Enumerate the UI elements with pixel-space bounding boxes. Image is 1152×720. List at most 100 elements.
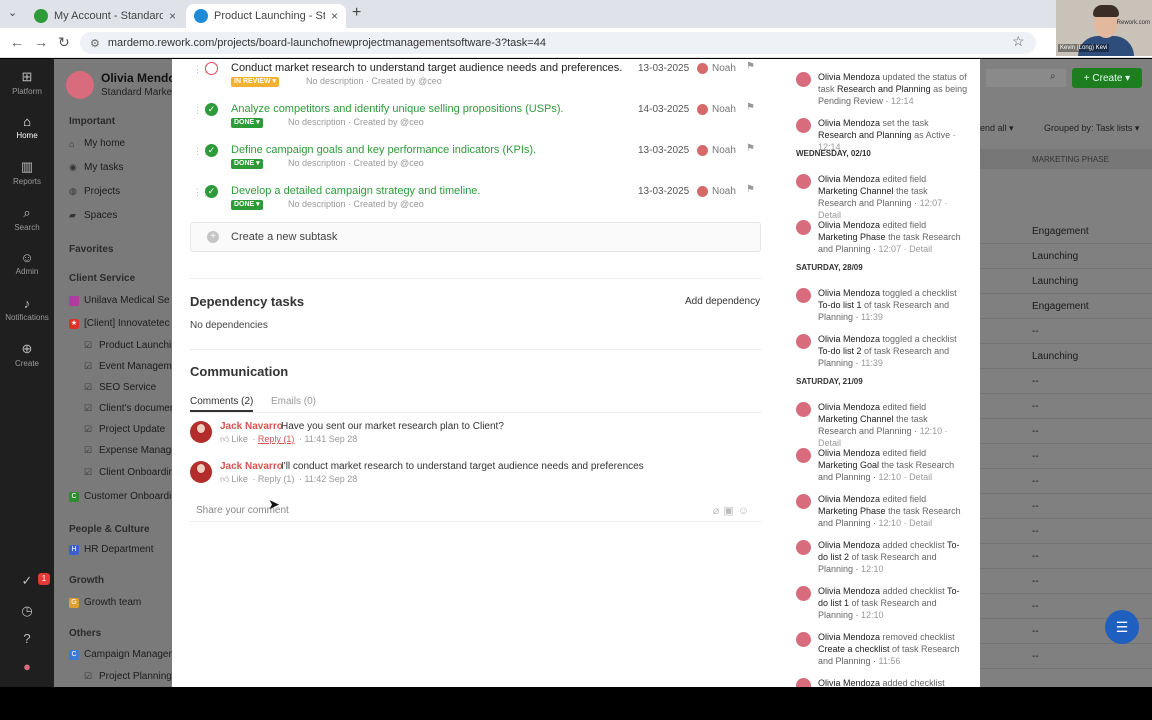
sidebar-subitem[interactable]: ☑ Event Managemen	[84, 361, 172, 372]
expand-all-toggle[interactable]: end all ▾	[980, 123, 1014, 134]
activity-user[interactable]: Olivia Mendoza	[818, 678, 880, 687]
rail-help[interactable]: ?	[0, 631, 54, 648]
sidebar-item-my-tasks[interactable]: ◉ My tasks	[69, 162, 123, 173]
assignee-name[interactable]: Noah	[712, 145, 736, 156]
bookmark-icon[interactable]: ⚑	[746, 184, 755, 195]
activity-user[interactable]: Olivia Mendoza	[818, 402, 880, 412]
activity-user[interactable]: Olivia Mendoza	[818, 220, 880, 230]
sidebar-item-innovatetec[interactable]: ★ [Client] Innovatetec	[69, 318, 170, 329]
bookmark-icon[interactable]: ⚑	[746, 61, 755, 72]
avatar[interactable]	[190, 461, 212, 483]
sidebar-subitem[interactable]: ☑ SEO Service	[84, 382, 156, 393]
status-badge[interactable]: IN REVIEW ▾	[231, 77, 280, 87]
due-date[interactable]: 13-03-2025	[638, 186, 689, 197]
subtask-row[interactable]: ⋮⋮ ✓ Define campaign goals and key perform…	[190, 143, 762, 183]
rail-time[interactable]: ◷	[0, 603, 54, 621]
rail-create[interactable]: ⊕ Create	[0, 341, 54, 368]
status-badge[interactable]: DONE ▾	[231, 159, 263, 169]
sidebar-item-spaces[interactable]: ▰ Spaces	[69, 210, 117, 221]
bookmark-icon[interactable]: ⚑	[746, 143, 755, 154]
sidebar-item-campaign[interactable]: C Campaign Managem	[69, 649, 172, 660]
marketing-phase-cell[interactable]: --	[1032, 526, 1039, 537]
activity-user[interactable]: Olivia Mendoza	[818, 334, 880, 344]
marketing-phase-cell[interactable]: --	[1032, 576, 1039, 587]
activity-target[interactable]: Marketing Goal	[818, 460, 879, 470]
rail-platform[interactable]: ⊞ Platform	[0, 69, 54, 96]
grouped-by-select[interactable]: Grouped by: Task lists ▾	[1044, 123, 1139, 134]
rail-notifications[interactable]: ♪ Notifications	[0, 296, 54, 322]
subtask-row[interactable]: ⋮⋮ ✓ Develop a detailed campaign strategy …	[190, 184, 762, 224]
activity-user[interactable]: Olivia Mendoza	[818, 494, 880, 504]
marketing-phase-cell[interactable]: --	[1032, 401, 1039, 412]
sidebar-subitem[interactable]: ☑ Client Onboarding	[84, 467, 172, 478]
activity-user[interactable]: Olivia Mendoza	[818, 72, 880, 82]
subtask-title[interactable]: Develop a detailed campaign strategy and…	[231, 185, 480, 197]
marketing-phase-cell[interactable]: --	[1032, 326, 1039, 337]
check-circle-icon[interactable]: ✓	[205, 103, 218, 116]
sidebar-item-unilava[interactable]: Unilava Medical Se	[69, 295, 170, 306]
marketing-phase-cell[interactable]: --	[1032, 451, 1039, 462]
empty-circle-icon[interactable]	[205, 62, 218, 75]
marketing-phase-cell[interactable]: Launching	[1032, 276, 1078, 287]
subtask-title[interactable]: Conduct market research to understand ta…	[231, 62, 622, 74]
like-button[interactable]: Like	[231, 474, 248, 484]
activity-target[interactable]: Research and Planning	[837, 84, 931, 94]
assignee-name[interactable]: Noah	[712, 104, 736, 115]
activity-user[interactable]: Olivia Mendoza	[818, 448, 880, 458]
sidebar-item-customer-onboarding[interactable]: C Customer Onboardin	[69, 491, 172, 502]
rail-search[interactable]: ⌕ Search	[0, 205, 54, 232]
marketing-phase-cell[interactable]: --	[1032, 476, 1039, 487]
status-badge[interactable]: DONE ▾	[231, 200, 263, 210]
rail-reports[interactable]: ▥ Reports	[0, 159, 54, 186]
marketing-phase-cell[interactable]: --	[1032, 651, 1039, 662]
subtask-row[interactable]: ⋮⋮ ✓ Analyze competitors and identify uniq…	[190, 102, 762, 142]
activity-target[interactable]: Marketing Phase	[818, 232, 886, 242]
activity-target[interactable]: Marketing Channel	[818, 186, 894, 196]
like-button[interactable]: Like	[231, 434, 248, 444]
tab-comments[interactable]: Comments (2)	[190, 396, 254, 412]
new-tab-plus-icon[interactable]: +	[352, 4, 361, 22]
avatar[interactable]	[190, 421, 212, 443]
marketing-phase-cell[interactable]: --	[1032, 626, 1039, 637]
chat-icon[interactable]: ☰	[1105, 610, 1139, 644]
activity-target[interactable]: Research and Planning	[818, 130, 912, 140]
activity-target[interactable]: To-do list 1	[818, 300, 862, 310]
due-date[interactable]: 14-03-2025	[638, 104, 689, 115]
assignee-name[interactable]: Noah	[712, 63, 736, 74]
rail-avatar[interactable]: ●	[0, 659, 54, 676]
tab-emails[interactable]: Emails (0)	[271, 396, 316, 407]
check-circle-icon[interactable]: ✓	[205, 185, 218, 198]
reply-button[interactable]: Reply (1)	[258, 434, 295, 444]
bookmark-star-icon[interactable]: ☆	[1012, 33, 1025, 50]
create-button[interactable]: + Create ▾	[1072, 68, 1142, 88]
activity-user[interactable]: Olivia Mendoza	[818, 174, 880, 184]
status-badge[interactable]: DONE ▾	[231, 118, 263, 128]
bookmark-icon[interactable]: ⚑	[746, 102, 755, 113]
marketing-phase-cell[interactable]: --	[1032, 501, 1039, 512]
marketing-phase-cell[interactable]: Launching	[1032, 351, 1078, 362]
sidebar-item-growth-team[interactable]: G Growth team	[69, 597, 141, 608]
assignee-name[interactable]: Noah	[712, 186, 736, 197]
sidebar-item-my-home[interactable]: ⌂ My home	[69, 138, 125, 149]
subtask-title[interactable]: Define campaign goals and key performanc…	[231, 144, 536, 156]
marketing-phase-cell[interactable]: --	[1032, 551, 1039, 562]
avatar[interactable]	[66, 71, 94, 99]
activity-target[interactable]: Marketing Channel	[818, 414, 894, 424]
browser-tab-product-launching[interactable]: Product Launching - Standard M ×	[186, 4, 346, 28]
comment-author[interactable]: Jack Navarro	[220, 461, 283, 472]
marketing-phase-cell[interactable]: --	[1032, 426, 1039, 437]
forward-arrow-icon[interactable]: →	[34, 34, 48, 50]
sidebar-item-projects[interactable]: ◍ Projects	[69, 186, 120, 197]
marketing-phase-cell[interactable]: Engagement	[1032, 301, 1089, 312]
comment-author[interactable]: Jack Navarro	[220, 421, 283, 432]
browser-tab-my-account[interactable]: My Account - Standard Market ×	[26, 4, 184, 28]
address-bar[interactable]: ⚙ mardemo.rework.com/projects/board-laun…	[80, 32, 1036, 54]
activity-user[interactable]: Olivia Mendoza	[818, 586, 880, 596]
add-dependency-button[interactable]: Add dependency	[685, 296, 760, 307]
due-date[interactable]: 13-03-2025	[638, 145, 689, 156]
rail-admin[interactable]: ☺ Admin	[0, 250, 54, 276]
activity-user[interactable]: Olivia Mendoza	[818, 540, 880, 550]
subtask-row[interactable]: ⋮⋮ Conduct market research to understand …	[190, 61, 762, 101]
marketing-phase-cell[interactable]: Launching	[1032, 251, 1078, 262]
activity-user[interactable]: Olivia Mendoza	[818, 118, 880, 128]
